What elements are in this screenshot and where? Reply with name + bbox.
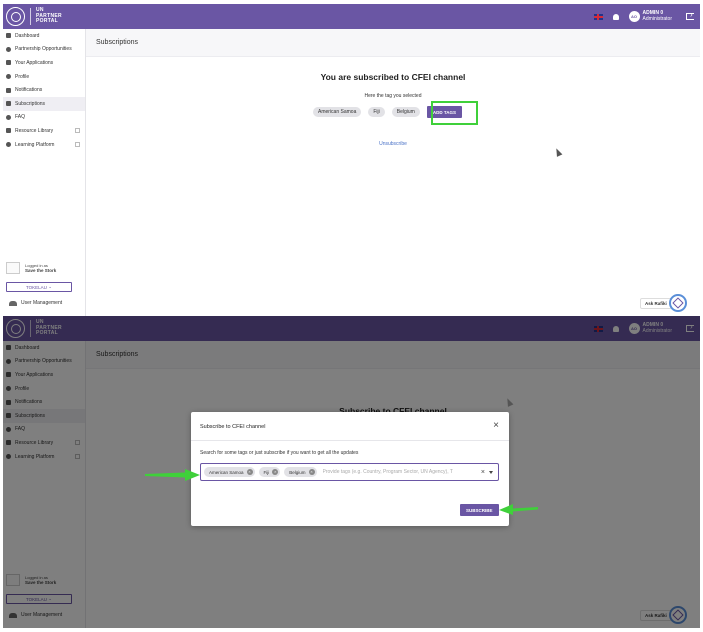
org-logo [6,262,20,274]
sidebar-item-learning-platform[interactable]: Learning Platform [3,138,85,152]
tag-chip: Belgium × [284,467,317,477]
sidebar-item-dashboard[interactable]: Dashboard [3,29,85,43]
ask-label: Ask Rafiki [640,297,672,309]
tag-chip: Fiji × [258,467,281,477]
tag-chip: Belgium [391,107,420,117]
tag-chip: American Samoa [313,107,362,117]
remove-tag-icon[interactable]: × [246,469,253,475]
un-emblem-icon [6,7,25,26]
user-management-label: User Management [21,300,63,306]
country-select-value: TOKELAU [26,284,47,290]
mouse-cursor-icon [553,147,563,157]
sidebar-item-label: Learning Platform [15,141,55,148]
dashboard-icon [6,33,11,39]
avatar[interactable]: AO [628,11,640,22]
tags-input-placeholder[interactable]: Provide tags (e.g. Country, Program Sect… [323,469,477,475]
ask-assistant-widget[interactable]: Ask Rafiki [640,294,687,312]
tags-input[interactable]: American Samoa × Fiji × Belgium × Provide t… [200,463,499,481]
applications-icon [6,60,11,66]
remove-tag-icon[interactable]: × [272,469,279,475]
sidebar-item-notifications[interactable]: Notifications [3,83,85,97]
modal-divider [191,440,509,441]
sidebar-item-label: Notifications [15,87,43,94]
logo-text: UN PARTNER PORTAL [30,8,70,25]
logged-in-as: Logged in as Save the Stork [6,262,56,274]
bell-icon[interactable] [612,13,619,20]
sidebar-item-label: Subscriptions [15,100,46,107]
globe-icon [6,46,11,52]
sidebar-item-subscriptions[interactable]: Subscriptions [3,96,85,111]
tag-chip-label: Fiji [263,469,270,475]
sidebar-item-label: Partnership Opportunities [15,46,72,53]
subscribed-screen: UN PARTNER PORTAL AO ADMIN 0 Administrat… [3,4,700,316]
annotation-arrow-icon [499,504,538,515]
subscribe-modal: Subscribe to CFEI channel × Search for s… [191,412,509,526]
language-flag-icon[interactable] [593,13,603,20]
sidebar-item-faq[interactable]: FAQ [3,111,85,125]
close-icon[interactable]: × [493,420,499,431]
country-select[interactable]: TOKELAU ⌄ [6,282,72,292]
subscribed-heading: You are subscribed to CFEI channel [320,72,466,82]
unsubscribe-link[interactable]: Unsubscribe [86,141,700,147]
sidebar-item-label: Profile [15,73,30,80]
sidebar-item-label: Dashboard [15,32,40,39]
annotation-arrow-icon [145,469,200,481]
sidebar-item-profile[interactable]: Profile [3,70,85,84]
sidebar-item-your-applications[interactable]: Your Applications [3,56,85,70]
tag-chip-label: Belgium [289,469,306,475]
gear-icon [6,74,11,80]
sidebar-item-label: FAQ [15,114,26,121]
top-bar: UN PARTNER PORTAL AO ADMIN 0 Administrat… [3,4,700,29]
star-icon [6,142,11,148]
subscribe-modal-screen: UN PARTNER PORTAL AO ADMIN 0 Administrat… [3,316,700,628]
selected-tags-label: Here the tag you selected [364,93,422,99]
user-management-link[interactable]: User Management [9,300,62,306]
modal-title: Subscribe to CFEI channel [200,424,266,430]
help-icon [6,114,11,120]
bell-icon [6,87,11,93]
main-content: Subscriptions You are subscribed to CFEI… [86,29,700,316]
user-info[interactable]: ADMIN 0 Administrator [642,10,672,22]
tag-chip: American Samoa × [204,467,255,477]
page-title: Subscriptions [86,29,700,57]
external-link-icon [75,128,80,134]
sidebar-item-partnership-opportunities[interactable]: Partnership Opportunities [3,43,85,57]
subscription-panel: You are subscribed to CFEI channel Here … [86,57,700,316]
chevron-down-icon[interactable] [489,470,493,474]
un-logo[interactable]: UN PARTNER PORTAL [6,7,70,26]
sidebar: Dashboard Partnership Opportunities Your… [3,29,86,316]
tag-chip-label: American Samoa [209,469,244,475]
highlight-box [431,101,478,125]
external-link-icon [75,141,80,147]
people-icon [9,300,17,306]
rss-icon [6,101,11,107]
clear-icon[interactable]: × [481,469,485,476]
modal-description: Search for some tags or just subscribe i… [200,450,359,456]
logout-icon[interactable] [686,10,694,20]
assistant-icon [668,294,687,312]
sidebar-item-resource-library[interactable]: Resource Library [3,124,85,138]
book-icon [6,128,11,134]
sidebar-item-label: Your Applications [15,59,54,66]
user-role: Administrator [642,15,672,22]
subscribe-button[interactable]: SUBSCRIBE [460,504,499,516]
remove-tag-icon[interactable]: × [308,469,315,475]
tag-chip: Fiji [368,107,385,117]
chevron-down-icon: ⌄ [48,284,52,289]
sidebar-item-label: Resource Library [15,127,54,134]
org-name: Save the Stork [25,268,57,273]
